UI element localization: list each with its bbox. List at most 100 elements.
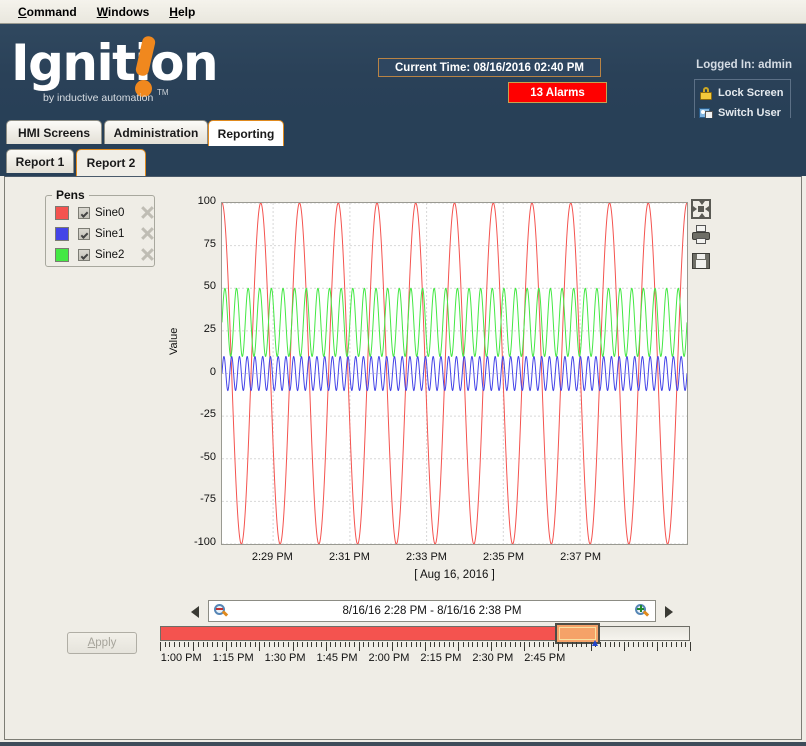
tab-administration[interactable]: Administration — [104, 120, 208, 144]
ruler-tick — [160, 642, 161, 651]
chart-y-tick-label: -25 — [176, 408, 216, 420]
pen-color-swatch-sine2[interactable] — [55, 248, 69, 262]
ruler-tick — [576, 642, 577, 647]
range-value-field[interactable]: 8/16/16 2:28 PM - 8/16/16 2:38 PM — [208, 600, 656, 622]
apply-button[interactable]: Apply — [67, 632, 137, 654]
pen-color-swatch-sine1[interactable] — [55, 227, 69, 241]
ruler-tick — [349, 642, 350, 647]
ruler-tick — [520, 642, 521, 647]
ruler-tick — [505, 642, 506, 647]
ruler-tick — [539, 642, 540, 647]
ruler-tick — [207, 642, 208, 647]
ruler-tick — [453, 642, 454, 647]
ruler-tick — [345, 642, 346, 647]
ruler-tick — [340, 642, 341, 647]
ruler-tick — [662, 642, 663, 647]
ruler-tick — [633, 642, 634, 647]
tab-hmi-screens[interactable]: HMI Screens — [6, 120, 102, 144]
ruler-tick — [543, 642, 544, 647]
chart-y-tick-label: 100 — [176, 195, 216, 207]
pen-row-sine0: Sine0 — [46, 202, 154, 223]
alarm-count-button[interactable]: 13 Alarms — [508, 82, 607, 103]
pen-remove-icon-sine0[interactable] — [141, 206, 154, 219]
pen-checkbox-sine2[interactable] — [78, 249, 90, 261]
save-icon[interactable] — [691, 251, 711, 271]
logo-wordmark: Ignition — [11, 36, 217, 90]
ruler-tick — [524, 642, 525, 651]
ruler-tick — [382, 642, 383, 647]
ruler-tick — [439, 642, 440, 647]
fullscreen-icon[interactable] — [691, 199, 711, 219]
menu-item-windows[interactable]: Windows — [87, 3, 160, 21]
ruler-tick — [586, 642, 587, 647]
trend-chart: Value 1007550250-25-50-75-100 2:29 PM2:3… — [170, 195, 690, 595]
ruler-tick — [458, 642, 459, 651]
tab-reporting[interactable]: Reporting — [208, 120, 284, 146]
ruler-tick — [373, 642, 374, 647]
timeline-ruler — [160, 642, 690, 651]
ruler-tick — [685, 642, 686, 647]
ruler-tick — [614, 642, 615, 647]
timeline-scrubber[interactable]: 1:00 PM1:15 PM1:30 PM1:45 PM2:00 PM2:15 … — [160, 626, 690, 646]
pen-checkbox-sine0[interactable] — [78, 207, 90, 219]
ruler-tick — [198, 642, 199, 647]
menu-item-help[interactable]: Help — [159, 3, 205, 21]
ruler-tick — [179, 642, 180, 647]
ruler-tick — [411, 642, 412, 647]
ruler-label: 1:15 PM — [213, 652, 254, 664]
logo-tagline: by inductive automation — [43, 92, 153, 104]
zoom-out-icon[interactable] — [214, 604, 229, 619]
ruler-tick — [222, 642, 223, 647]
ruler-tick — [624, 642, 625, 651]
range-previous-button[interactable] — [187, 600, 203, 622]
pen-label-sine1: Sine1 — [95, 228, 131, 240]
ruler-tick — [397, 642, 398, 647]
ruler-tick — [420, 642, 421, 647]
report-content-panel: Pens Sine0 Sine1 Sine2 Value — [4, 176, 802, 740]
lock-icon — [699, 86, 713, 100]
ruler-tick — [321, 642, 322, 647]
ruler-tick — [316, 642, 317, 647]
chart-plot-area[interactable] — [221, 202, 688, 545]
ruler-tick — [193, 642, 194, 651]
ruler-tick — [307, 642, 308, 647]
ruler-tick — [169, 642, 170, 647]
ruler-tick — [671, 642, 672, 647]
tab-report-2[interactable]: Report 2 — [76, 149, 146, 176]
ruler-tick — [562, 642, 563, 647]
ruler-label: 1:00 PM — [161, 652, 202, 664]
ruler-tick — [354, 642, 355, 647]
ruler-tick — [515, 642, 516, 647]
chart-x-tick-label: 2:37 PM — [560, 551, 601, 563]
ruler-tick — [581, 642, 582, 647]
range-next-button[interactable] — [661, 600, 677, 622]
ruler-tick — [676, 642, 677, 647]
switch-user-button[interactable]: Switch User — [699, 103, 790, 118]
pen-color-swatch-sine0[interactable] — [55, 206, 69, 220]
ruler-tick — [203, 642, 204, 647]
ruler-tick — [297, 642, 298, 647]
print-icon[interactable] — [691, 225, 711, 245]
zoom-in-icon[interactable] — [635, 604, 650, 619]
ruler-tick — [652, 642, 653, 647]
ruler-tick — [363, 642, 364, 647]
tab-report-1[interactable]: Report 1 — [6, 149, 74, 173]
logo-trademark: TM — [157, 88, 169, 97]
pen-remove-icon-sine2[interactable] — [141, 248, 154, 261]
timeline-track[interactable] — [160, 626, 690, 641]
ruler-tick — [496, 642, 497, 647]
ruler-tick — [212, 642, 213, 647]
ruler-tick — [425, 642, 426, 651]
pen-checkbox-sine1[interactable] — [78, 228, 90, 240]
menu-bar: Command Windows Help — [0, 0, 806, 24]
pen-remove-icon-sine1[interactable] — [141, 227, 154, 240]
ruler-tick — [401, 642, 402, 647]
pen-row-sine2: Sine2 — [46, 244, 154, 265]
lock-screen-button[interactable]: Lock Screen — [699, 83, 790, 103]
window-bottom-border — [0, 742, 806, 746]
menu-item-command[interactable]: Command — [8, 3, 87, 21]
ruler-tick — [463, 642, 464, 647]
switch-user-icon — [699, 106, 713, 118]
ruler-tick — [628, 642, 629, 647]
ruler-tick — [510, 642, 511, 647]
